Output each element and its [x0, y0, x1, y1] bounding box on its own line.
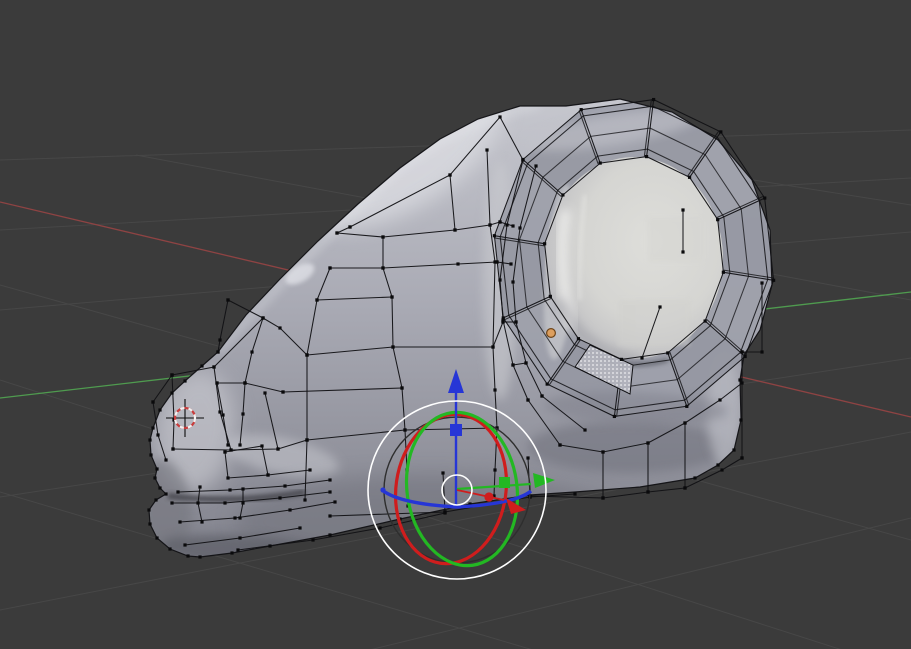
gizmo-scale-z-handle[interactable]: [450, 424, 462, 436]
gizmo-scale-x-handle[interactable]: [484, 492, 494, 502]
viewport-canvas[interactable]: [0, 0, 911, 649]
gizmo-scale-y-handle[interactable]: [499, 477, 510, 488]
object-origin: [545, 328, 556, 339]
gizmo-rotate-z-tip[interactable]: [380, 487, 386, 493]
3d-viewport[interactable]: [0, 0, 911, 649]
